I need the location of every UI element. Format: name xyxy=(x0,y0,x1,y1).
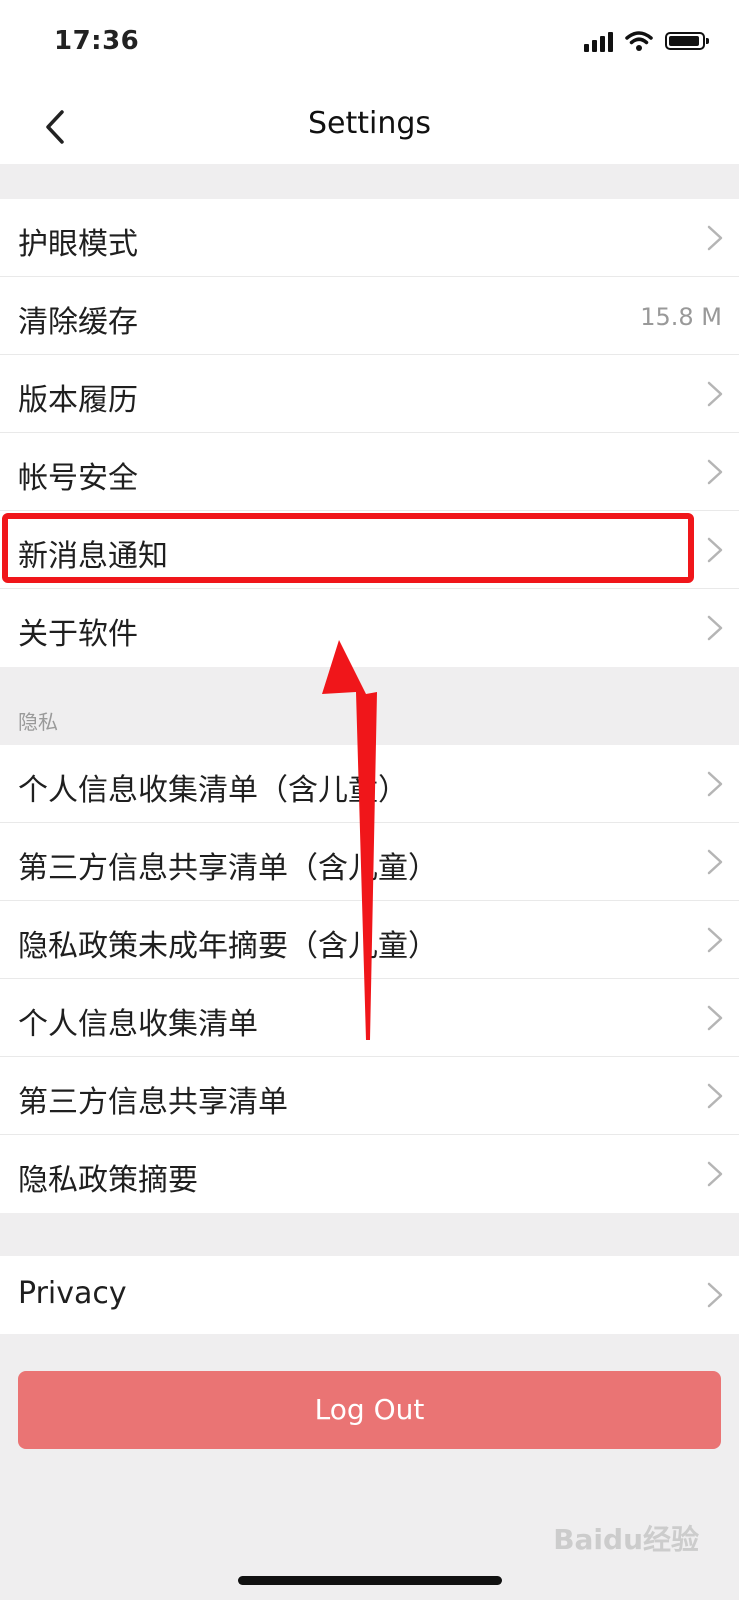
chevron-right-icon xyxy=(707,849,723,875)
setting-row-new-message-notification[interactable]: 新消息通知 xyxy=(0,511,739,589)
settings-group-privacy: 个人信息收集清单（含儿童） 第三方信息共享清单（含儿童） 隐私政策未成年摘要（含… xyxy=(0,745,739,1213)
privacy-row-personal-info-children[interactable]: 个人信息收集清单（含儿童） xyxy=(0,745,739,823)
setting-row-label: 第三方信息共享清单（含儿童） xyxy=(18,851,438,886)
chevron-right-icon xyxy=(707,225,723,251)
setting-row-label: 第三方信息共享清单 xyxy=(18,1085,288,1120)
setting-row-label: 个人信息收集清单 xyxy=(18,1007,258,1042)
privacy-row-third-party[interactable]: 第三方信息共享清单 xyxy=(0,1057,739,1135)
settings-group-privacy-en: Privacy xyxy=(0,1256,739,1334)
setting-row-label: 清除缓存 xyxy=(18,305,138,340)
privacy-row-personal-info[interactable]: 个人信息收集清单 xyxy=(0,979,739,1057)
logout-button[interactable]: Log Out xyxy=(18,1371,721,1449)
setting-row-about-software[interactable]: 关于软件 xyxy=(0,589,739,667)
chevron-right-icon xyxy=(707,1282,723,1308)
setting-row-label: 关于软件 xyxy=(18,617,138,652)
chevron-right-icon xyxy=(707,927,723,953)
chevron-right-icon xyxy=(707,1083,723,1109)
setting-row-label: 版本履历 xyxy=(18,383,138,418)
setting-row-account-security[interactable]: 帐号安全 xyxy=(0,433,739,511)
setting-row-label: 护眼模式 xyxy=(18,227,138,262)
setting-row-label: 隐私政策未成年摘要（含儿童） xyxy=(18,929,438,964)
setting-row-label: 新消息通知 xyxy=(18,539,168,574)
wifi-icon xyxy=(625,31,653,51)
page-title: Settings xyxy=(307,106,432,141)
status-icons xyxy=(584,30,709,52)
setting-row-eye-protection[interactable]: 护眼模式 xyxy=(0,199,739,277)
setting-row-version-history[interactable]: 版本履历 xyxy=(0,355,739,433)
setting-row-label: 隐私政策摘要 xyxy=(18,1163,198,1198)
chevron-right-icon xyxy=(707,1161,723,1187)
section-header-privacy: 隐私 xyxy=(18,710,58,734)
chevron-right-icon xyxy=(707,615,723,641)
cache-size-value: 15.8 M xyxy=(640,303,722,331)
chevron-right-icon xyxy=(707,537,723,563)
privacy-row-minor-summary[interactable]: 隐私政策未成年摘要（含儿童） xyxy=(0,901,739,979)
cellular-signal-icon xyxy=(584,30,613,52)
nav-bar: Settings xyxy=(0,88,739,164)
status-time: 17:36 xyxy=(54,26,140,56)
chevron-right-icon xyxy=(707,1005,723,1031)
privacy-row-third-party-children[interactable]: 第三方信息共享清单（含儿童） xyxy=(0,823,739,901)
setting-row-clear-cache[interactable]: 清除缓存 15.8 M xyxy=(0,277,739,355)
chevron-right-icon xyxy=(707,771,723,797)
chevron-right-icon xyxy=(707,459,723,485)
settings-group-general: 护眼模式 清除缓存 15.8 M 版本履历 帐号安全 新消息通知 关于软件 xyxy=(0,199,739,667)
chevron-right-icon xyxy=(707,381,723,407)
setting-row-label: 个人信息收集清单（含儿童） xyxy=(18,773,408,808)
setting-row-label: 帐号安全 xyxy=(18,461,138,496)
watermark-logo: Baidu经验 xyxy=(553,1523,699,1556)
privacy-row-policy-summary[interactable]: 隐私政策摘要 xyxy=(0,1135,739,1213)
setting-row-privacy[interactable]: Privacy xyxy=(0,1256,739,1334)
status-bar: 17:36 xyxy=(0,0,739,88)
home-indicator xyxy=(238,1576,502,1585)
battery-icon xyxy=(665,32,709,50)
setting-row-label: Privacy xyxy=(18,1276,127,1311)
